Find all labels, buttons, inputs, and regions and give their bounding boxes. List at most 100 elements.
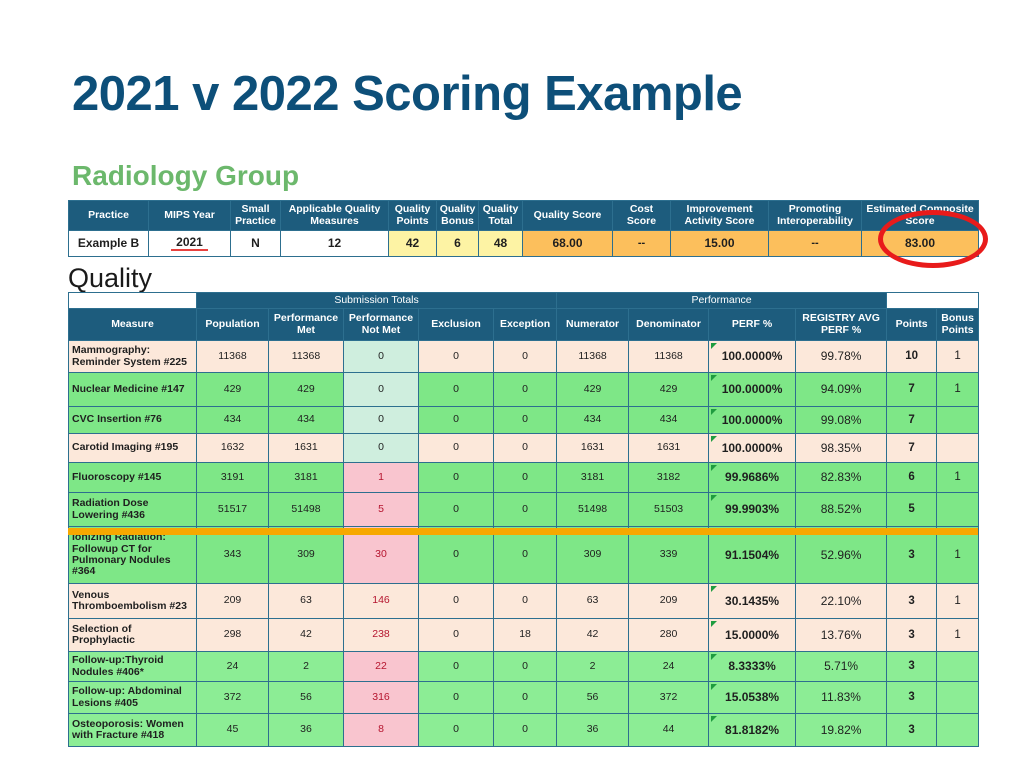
- summary-col-promoting-interoperability: Promoting Interoperability: [768, 200, 862, 231]
- cell-registry-avg-perf-pct: 5.71%: [795, 651, 888, 682]
- table-row: Follow-up: Abdominal Lesions #405 372 56 31…: [68, 681, 980, 714]
- group-header-spacer-right: [886, 292, 980, 309]
- cell-bonus-points: [936, 492, 980, 527]
- cell-exception: 0: [492, 372, 558, 407]
- cell-exclusion: 0: [418, 462, 494, 493]
- cell-exception: 0: [492, 433, 558, 463]
- col-registry-avg-perf-pct: REGISTRY AVG PERF %: [795, 308, 888, 341]
- cell-measure: Follow-up:Thyroid Nodules #406*: [68, 651, 197, 682]
- cell-bonus-points: 1: [936, 462, 980, 493]
- cell-perf-pct: 100.0000%: [708, 372, 797, 407]
- summary-quality-bonus: 6: [436, 230, 479, 257]
- table-row: Venous Thromboembolism #23 209 63 146 0 0 63 20…: [68, 583, 980, 619]
- cell-numerator: 3181: [556, 462, 630, 493]
- table-row: Radiation Dose Lowering #436 51517 51498 5 0…: [68, 492, 980, 527]
- summary-quality-score: 68.00: [522, 230, 613, 257]
- cell-population: 45: [196, 713, 269, 747]
- col-performance-met: Performance Met: [268, 308, 344, 341]
- cell-measure: Ionizing Radiation: Followup CT for Pulm…: [68, 526, 197, 584]
- cell-performance-not-met: 0: [343, 372, 419, 407]
- section-heading: Quality: [68, 263, 153, 293]
- cell-population: 24: [196, 651, 269, 682]
- cell-perf-pct: 8.3333%: [708, 651, 797, 682]
- summary-col-improvement-activity-score: Improvement Activity Score: [670, 200, 769, 231]
- cell-registry-avg-perf-pct: 88.52%: [795, 492, 888, 527]
- table-row: Osteoporosis: Women with Fracture #418 45…: [68, 713, 980, 747]
- summary-col-quality-points: Quality Points: [388, 200, 437, 231]
- cell-numerator: 2: [556, 651, 630, 682]
- cell-registry-avg-perf-pct: 52.96%: [795, 526, 888, 584]
- page-title: 2021 v 2022 Scoring Example: [72, 67, 743, 121]
- summary-col-quality-score: Quality Score: [522, 200, 613, 231]
- cell-denominator: 209: [628, 583, 710, 619]
- summary-mips-year: 2021: [148, 230, 231, 257]
- cell-measure: Fluoroscopy #145: [68, 462, 197, 493]
- cell-exclusion: 0: [418, 433, 494, 463]
- summary-data-row: Example B 2021 N 12 42 6 48 68.00 -- 15.…: [68, 230, 979, 257]
- summary-promoting-interoperability: --: [768, 230, 862, 257]
- cell-points: 7: [886, 433, 938, 463]
- comment-marker-icon: [711, 716, 718, 722]
- quality-group-header-row: Submission Totals Performance: [68, 292, 980, 309]
- col-bonus-points: Bonus Points: [936, 308, 980, 341]
- col-exception: Exception: [492, 308, 558, 341]
- cell-population: 429: [196, 372, 269, 407]
- comment-marker-icon: [711, 465, 718, 471]
- cell-performance-not-met: 0: [343, 340, 419, 373]
- group-header-performance: Performance: [556, 292, 888, 309]
- cell-performance-not-met: 0: [343, 406, 419, 434]
- cell-exception: 18: [492, 618, 558, 652]
- cell-bonus-points: 1: [936, 526, 980, 584]
- cell-performance-met: 56: [268, 681, 344, 714]
- cell-performance-met: 51498: [268, 492, 344, 527]
- cell-exception: 0: [492, 462, 558, 493]
- group-header-submission-totals: Submission Totals: [195, 292, 558, 309]
- cell-numerator: 309: [556, 526, 630, 584]
- cell-bonus-points: [936, 713, 980, 747]
- cell-exclusion: 0: [418, 618, 494, 652]
- cell-perf-pct: 15.0538%: [708, 681, 797, 714]
- summary-quality-total: 48: [478, 230, 523, 257]
- summary-col-quality-bonus: Quality Bonus: [436, 200, 479, 231]
- cell-points: 3: [886, 583, 938, 619]
- cell-measure: Nuclear Medicine #147: [68, 372, 197, 407]
- cell-denominator: 339: [628, 526, 710, 584]
- summary-col-quality-total: Quality Total: [478, 200, 523, 231]
- cell-denominator: 280: [628, 618, 710, 652]
- comment-marker-icon: [711, 375, 718, 381]
- summary-cost-score: --: [612, 230, 671, 257]
- cell-performance-not-met: 316: [343, 681, 419, 714]
- cell-exception: 0: [492, 681, 558, 714]
- cell-population: 51517: [196, 492, 269, 527]
- cell-population: 209: [196, 583, 269, 619]
- cell-exclusion: 0: [418, 372, 494, 407]
- cell-numerator: 63: [556, 583, 630, 619]
- cell-exception: 0: [492, 406, 558, 434]
- cell-numerator: 42: [556, 618, 630, 652]
- cell-numerator: 434: [556, 406, 630, 434]
- cell-exclusion: 0: [418, 406, 494, 434]
- cell-population: 298: [196, 618, 269, 652]
- cell-exclusion: 0: [418, 713, 494, 747]
- col-denominator: Denominator: [628, 308, 710, 341]
- col-performance-not-met: Performance Not Met: [343, 308, 419, 341]
- cell-population: 343: [196, 526, 269, 584]
- cell-population: 434: [196, 406, 269, 434]
- cell-points: 3: [886, 681, 938, 714]
- cell-points: 3: [886, 526, 938, 584]
- cell-perf-pct: 100.0000%: [708, 433, 797, 463]
- cell-perf-pct: 99.9686%: [708, 462, 797, 493]
- cell-exception: 0: [492, 713, 558, 747]
- cell-bonus-points: [936, 406, 980, 434]
- cell-denominator: 3182: [628, 462, 710, 493]
- page-subtitle: Radiology Group: [72, 160, 300, 191]
- cell-exclusion: 0: [418, 681, 494, 714]
- cell-perf-pct: 100.0000%: [708, 406, 797, 434]
- table-row: Ionizing Radiation: Followup CT for Pulm…: [68, 526, 980, 584]
- summary-improvement-activity-score: 15.00: [670, 230, 769, 257]
- summary-col-cost-score: Cost Score: [612, 200, 671, 231]
- cell-numerator: 1631: [556, 433, 630, 463]
- cell-performance-met: 434: [268, 406, 344, 434]
- cell-population: 1632: [196, 433, 269, 463]
- cell-performance-not-met: 146: [343, 583, 419, 619]
